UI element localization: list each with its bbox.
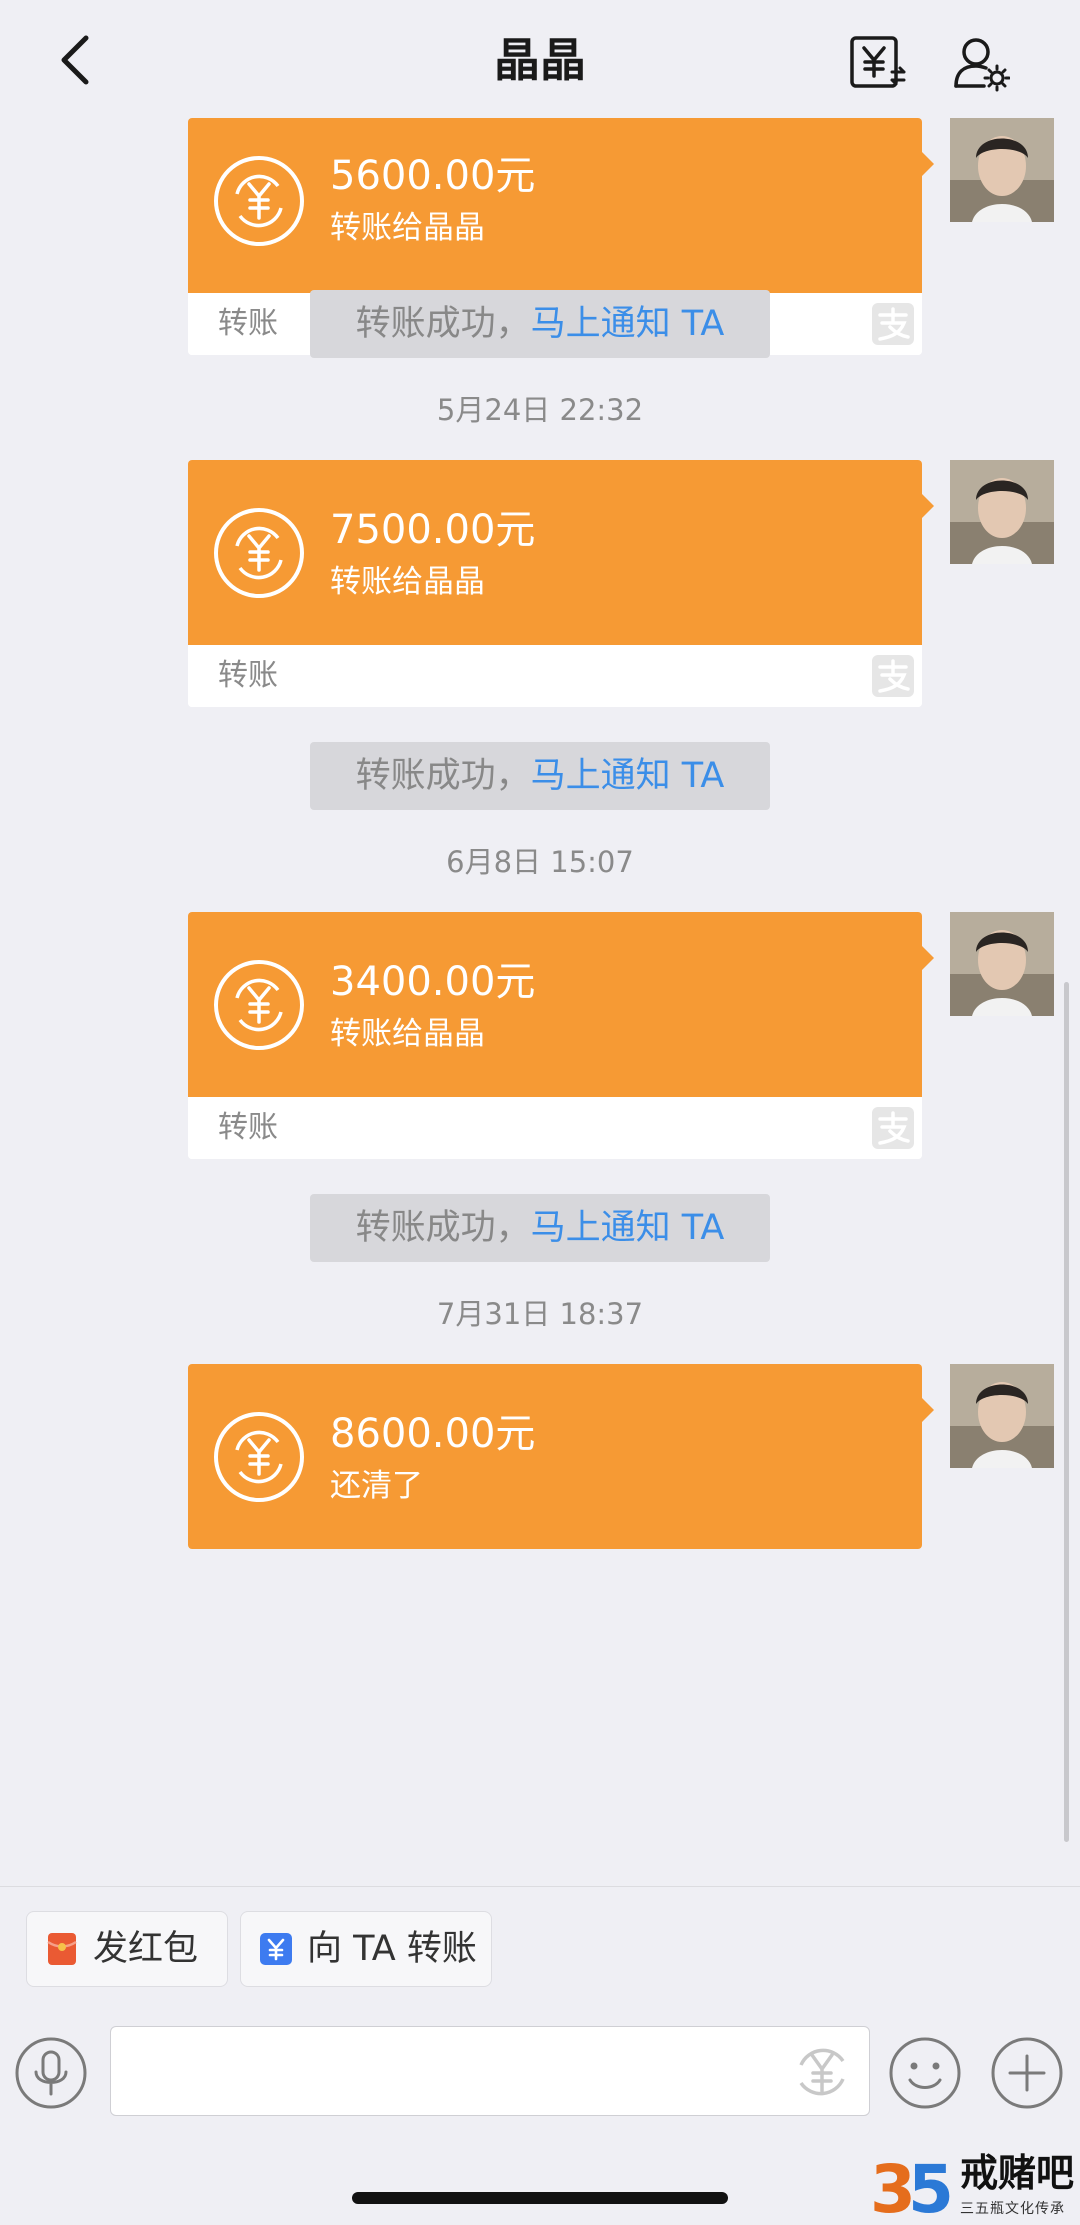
avatar[interactable] bbox=[950, 118, 1054, 222]
transfer-type-label: 转账 bbox=[218, 1110, 278, 1145]
red-packet-label: 发红包 bbox=[93, 1929, 199, 1969]
notify-ta-link[interactable]: 马上通知 TA bbox=[531, 756, 725, 796]
transfer-card-footer: 转账 bbox=[188, 645, 922, 707]
transfer-to-ta-label: 向 TA 转账 bbox=[307, 1929, 477, 1969]
transfer-memo: 转账给晶晶 bbox=[330, 564, 485, 600]
watermark-name: 戒赌吧 bbox=[960, 2151, 1075, 2195]
home-indicator[interactable] bbox=[352, 2192, 728, 2204]
plus-icon[interactable] bbox=[990, 2036, 1064, 2110]
transfer-memo: 还清了 bbox=[330, 1468, 423, 1504]
input-bar bbox=[0, 2016, 1080, 2126]
notice-text: 转账成功， bbox=[355, 756, 531, 796]
avatar-photo bbox=[950, 118, 1054, 222]
red-packet-icon bbox=[47, 1933, 77, 1965]
page-title: 晶晶 bbox=[494, 33, 586, 87]
avatar-photo bbox=[950, 912, 1054, 1016]
transfer-type-label: 转账 bbox=[218, 306, 278, 341]
transfer-card-header: 8600.00元 还清了 bbox=[188, 1364, 922, 1549]
message-input[interactable] bbox=[121, 2027, 765, 2117]
emoji-icon[interactable] bbox=[888, 2036, 962, 2110]
avatar-photo bbox=[950, 460, 1054, 564]
notify-ta-link[interactable]: 马上通知 TA bbox=[531, 1208, 725, 1248]
transfer-to-ta-button[interactable]: 向 TA 转账 bbox=[240, 1911, 492, 1987]
yuan-badge-icon bbox=[260, 1933, 292, 1965]
avatar-photo bbox=[950, 1364, 1054, 1468]
scrollbar[interactable] bbox=[1064, 982, 1069, 1842]
transfer-success-notice: 转账成功，马上通知 TA bbox=[310, 742, 770, 810]
chat-area[interactable]: 5600.00元 转账给晶晶 转账 转账成功，马上通知 TA 5月24日 22:… bbox=[0, 118, 1080, 1886]
transfer-amount: 8600.00元 bbox=[330, 1411, 536, 1457]
quick-actions-bar: 发红包 向 TA 转账 bbox=[0, 1886, 1080, 2017]
transfer-memo: 转账给晶晶 bbox=[330, 1016, 485, 1052]
site-watermark: 3 5 戒赌吧 三五瓶文化传承 bbox=[868, 2146, 1080, 2224]
alipay-icon bbox=[872, 655, 914, 697]
notify-ta-link[interactable]: 马上通知 TA bbox=[531, 304, 725, 344]
bubble-tail bbox=[920, 944, 934, 972]
svg-text:5: 5 bbox=[908, 2151, 954, 2224]
send-red-packet-button[interactable]: 发红包 bbox=[26, 1911, 228, 1987]
transfer-amount: 3400.00元 bbox=[330, 959, 536, 1005]
transfer-card-header: 5600.00元 转账给晶晶 bbox=[188, 118, 922, 293]
transfer-card[interactable]: 7500.00元 转账给晶晶 转账 bbox=[188, 460, 922, 707]
user-settings-icon[interactable] bbox=[950, 32, 1010, 92]
bubble-tail bbox=[920, 1396, 934, 1424]
transfer-type-label: 转账 bbox=[218, 658, 278, 693]
watermark-logo: 3 5 bbox=[870, 2151, 954, 2224]
transfer-card-header: 3400.00元 转账给晶晶 bbox=[188, 912, 922, 1097]
timestamp: 7月31日 18:37 bbox=[436, 1297, 644, 1331]
transfer-success-notice: 转账成功，马上通知 TA bbox=[310, 290, 770, 358]
timestamp: 5月24日 22:32 bbox=[436, 393, 644, 427]
alipay-icon bbox=[872, 1107, 914, 1149]
transfer-card[interactable]: 3400.00元 转账给晶晶 转账 bbox=[188, 912, 922, 1159]
transfer-memo: 转账给晶晶 bbox=[330, 210, 485, 246]
transfer-amount: 7500.00元 bbox=[330, 507, 536, 553]
alipay-icon bbox=[872, 303, 914, 345]
transfer-amount: 5600.00元 bbox=[330, 153, 536, 199]
transfer-card[interactable]: 8600.00元 还清了 bbox=[188, 1364, 922, 1549]
nav-header: 晶晶 bbox=[0, 0, 1080, 118]
yuan-transfer-shortcut-icon[interactable] bbox=[785, 2035, 859, 2109]
yuan-coin-icon bbox=[214, 508, 304, 598]
microphone-icon[interactable] bbox=[14, 2036, 88, 2110]
yuan-coin-icon bbox=[214, 960, 304, 1050]
bubble-tail bbox=[920, 492, 934, 520]
transfer-card-header: 7500.00元 转账给晶晶 bbox=[188, 460, 922, 645]
transfer-card-footer: 转账 bbox=[188, 1097, 922, 1159]
yuan-coin-icon bbox=[214, 1412, 304, 1502]
bubble-tail bbox=[920, 150, 934, 178]
notice-text: 转账成功， bbox=[355, 1208, 531, 1248]
avatar[interactable] bbox=[950, 460, 1054, 564]
avatar[interactable] bbox=[950, 1364, 1054, 1468]
watermark-tagline: 三五瓶文化传承 bbox=[960, 2201, 1065, 2217]
timestamp: 6月8日 15:07 bbox=[446, 845, 634, 879]
transfer-success-notice: 转账成功，马上通知 TA bbox=[310, 1194, 770, 1262]
notice-text: 转账成功， bbox=[355, 304, 531, 344]
avatar[interactable] bbox=[950, 912, 1054, 1016]
yuan-transfer-icon[interactable] bbox=[848, 32, 908, 92]
message-input-field[interactable] bbox=[110, 2026, 870, 2117]
chevron-left-icon[interactable] bbox=[52, 30, 102, 90]
yuan-coin-icon bbox=[214, 156, 304, 246]
